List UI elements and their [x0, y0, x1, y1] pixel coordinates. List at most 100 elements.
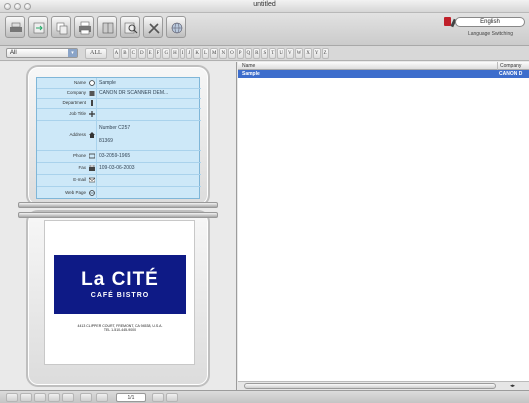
binder-ring [18, 212, 218, 218]
index-letter-e[interactable]: E [146, 48, 154, 59]
index-letter-k[interactable]: K [193, 48, 201, 59]
magnifier-icon [124, 22, 138, 34]
card-address-line2: TEL 1-510-445-9000 [103, 328, 137, 332]
index-letter-p[interactable]: P [236, 48, 244, 59]
window-title: untitled [253, 1, 276, 8]
person-icon [89, 80, 95, 86]
address-line2: 81369 [99, 138, 113, 144]
envelope-icon [89, 177, 95, 183]
index-letter-f[interactable]: F [154, 48, 162, 59]
language-switch-label: Language Switching [467, 31, 514, 37]
webpage-row[interactable]: Web Page [37, 186, 201, 200]
phone-icon [89, 153, 95, 159]
last-page-button[interactable] [166, 393, 178, 402]
next-page-button[interactable] [152, 393, 164, 402]
web-button[interactable] [166, 16, 186, 38]
index-letter-l[interactable]: L [201, 48, 210, 59]
prev-page-button[interactable] [80, 393, 92, 402]
index-letter-x[interactable]: X [304, 48, 312, 59]
index-letter-r[interactable]: R [253, 48, 261, 59]
tools-icon [148, 23, 160, 34]
view-button-1[interactable] [6, 393, 18, 402]
index-letter-c[interactable]: C [129, 48, 137, 59]
printer-icon [79, 21, 91, 35]
address-row[interactable]: Address Number C257 81369 [37, 120, 201, 151]
index-letter-g[interactable]: G [162, 48, 171, 59]
fax-value: 109-03-06-2003 [99, 165, 135, 171]
index-letter-o[interactable]: O [228, 48, 236, 59]
index-letter-w[interactable]: W [294, 48, 304, 59]
building-icon [89, 91, 95, 96]
name-value: Sample [99, 80, 116, 86]
group-select[interactable]: All ▾ [6, 48, 78, 58]
preferences-button[interactable] [143, 16, 163, 38]
view-button-4[interactable] [48, 393, 60, 402]
index-letter-h[interactable]: H [171, 48, 179, 59]
group-select-value: All [10, 50, 17, 56]
address-label: Address [69, 132, 86, 137]
table-row[interactable]: Sample CANON D [238, 70, 529, 78]
index-letter-n[interactable]: N [219, 48, 228, 59]
first-page-button[interactable] [96, 393, 108, 402]
index-letter-i[interactable]: I [179, 48, 186, 59]
view-button-3[interactable] [34, 393, 46, 402]
phone-value: 03-2059-1965 [99, 153, 131, 159]
email-label: E-mail [73, 177, 86, 182]
fax-label: Fax [78, 165, 86, 170]
house-icon [89, 132, 95, 138]
column-header-company[interactable]: Company [497, 62, 521, 70]
card-logo-main: La CITÉ [81, 269, 159, 290]
fax-icon [89, 165, 95, 171]
title-bar: untitled [0, 0, 529, 13]
export-button[interactable] [97, 16, 117, 38]
language-button[interactable]: English [455, 17, 525, 27]
horizontal-scrollbar[interactable]: ◂▸ [238, 381, 529, 390]
page-indicator: 1/1 [116, 393, 146, 402]
copy-icon [56, 22, 68, 35]
index-letter-m[interactable]: M [210, 48, 219, 59]
company-label: Company [66, 90, 86, 95]
index-letter-q[interactable]: Q [244, 48, 253, 59]
view-button-2[interactable] [20, 393, 32, 402]
index-letter-s[interactable]: S [261, 48, 269, 59]
import-icon [33, 22, 45, 34]
list-header: Name Company [238, 62, 529, 70]
print-button[interactable] [74, 16, 94, 38]
scrollbar-thumb[interactable] [244, 383, 496, 389]
index-letter-u[interactable]: U [277, 48, 285, 59]
index-letter-a[interactable]: A [112, 48, 121, 59]
index-all-button[interactable]: ALL [85, 48, 107, 59]
column-header-name[interactable]: Name [242, 62, 255, 70]
index-letter-t[interactable]: T [269, 48, 277, 59]
department-label: Department [62, 100, 86, 105]
filter-bar: All ▾ ALL ABCDEFGHIJKLMNOPQRSTUVWXYZ [0, 46, 529, 61]
name-label: Name [73, 80, 86, 85]
globe-icon [171, 22, 183, 34]
address-line1: Number C257 [99, 125, 131, 131]
scroll-right-icon[interactable]: ▸ [513, 383, 516, 389]
search-button[interactable] [120, 16, 140, 38]
bottom-bar: 1/1 [0, 390, 529, 403]
copy-button[interactable] [51, 16, 71, 38]
alphabet-index: ALL ABCDEFGHIJKLMNOPQRSTUVWXYZ [85, 48, 330, 59]
webpage-label: Web Page [65, 190, 86, 195]
view-button-5[interactable] [62, 393, 74, 402]
row-company: CANON D [499, 71, 523, 77]
card-preview-pane: Name Sample Company CANON DR SCANNER DEM… [0, 62, 237, 390]
import-button[interactable] [28, 16, 48, 38]
index-letter-j[interactable]: J [186, 48, 193, 59]
row-name: Sample [242, 71, 260, 77]
index-letter-z[interactable]: Z [321, 48, 329, 59]
toolbar: English Language Switching [0, 13, 529, 46]
card-logo-sub: CAFÉ BISTRO [90, 292, 150, 299]
chevron-down-icon: ▾ [68, 49, 77, 57]
card-address: 4413 CLIPPER COURT, FREMONT, CA 94538, U… [54, 324, 186, 332]
index-letter-v[interactable]: V [285, 48, 294, 59]
index-letter-d[interactable]: D [137, 48, 146, 59]
scroll-arrows[interactable]: ◂▸ [510, 383, 528, 390]
index-letter-b[interactable]: B [121, 48, 129, 59]
scan-button[interactable] [5, 16, 25, 38]
company-value: CANON DR SCANNER DEM... [99, 90, 169, 96]
department-icon [91, 100, 93, 106]
index-letter-y[interactable]: Y [312, 48, 321, 59]
